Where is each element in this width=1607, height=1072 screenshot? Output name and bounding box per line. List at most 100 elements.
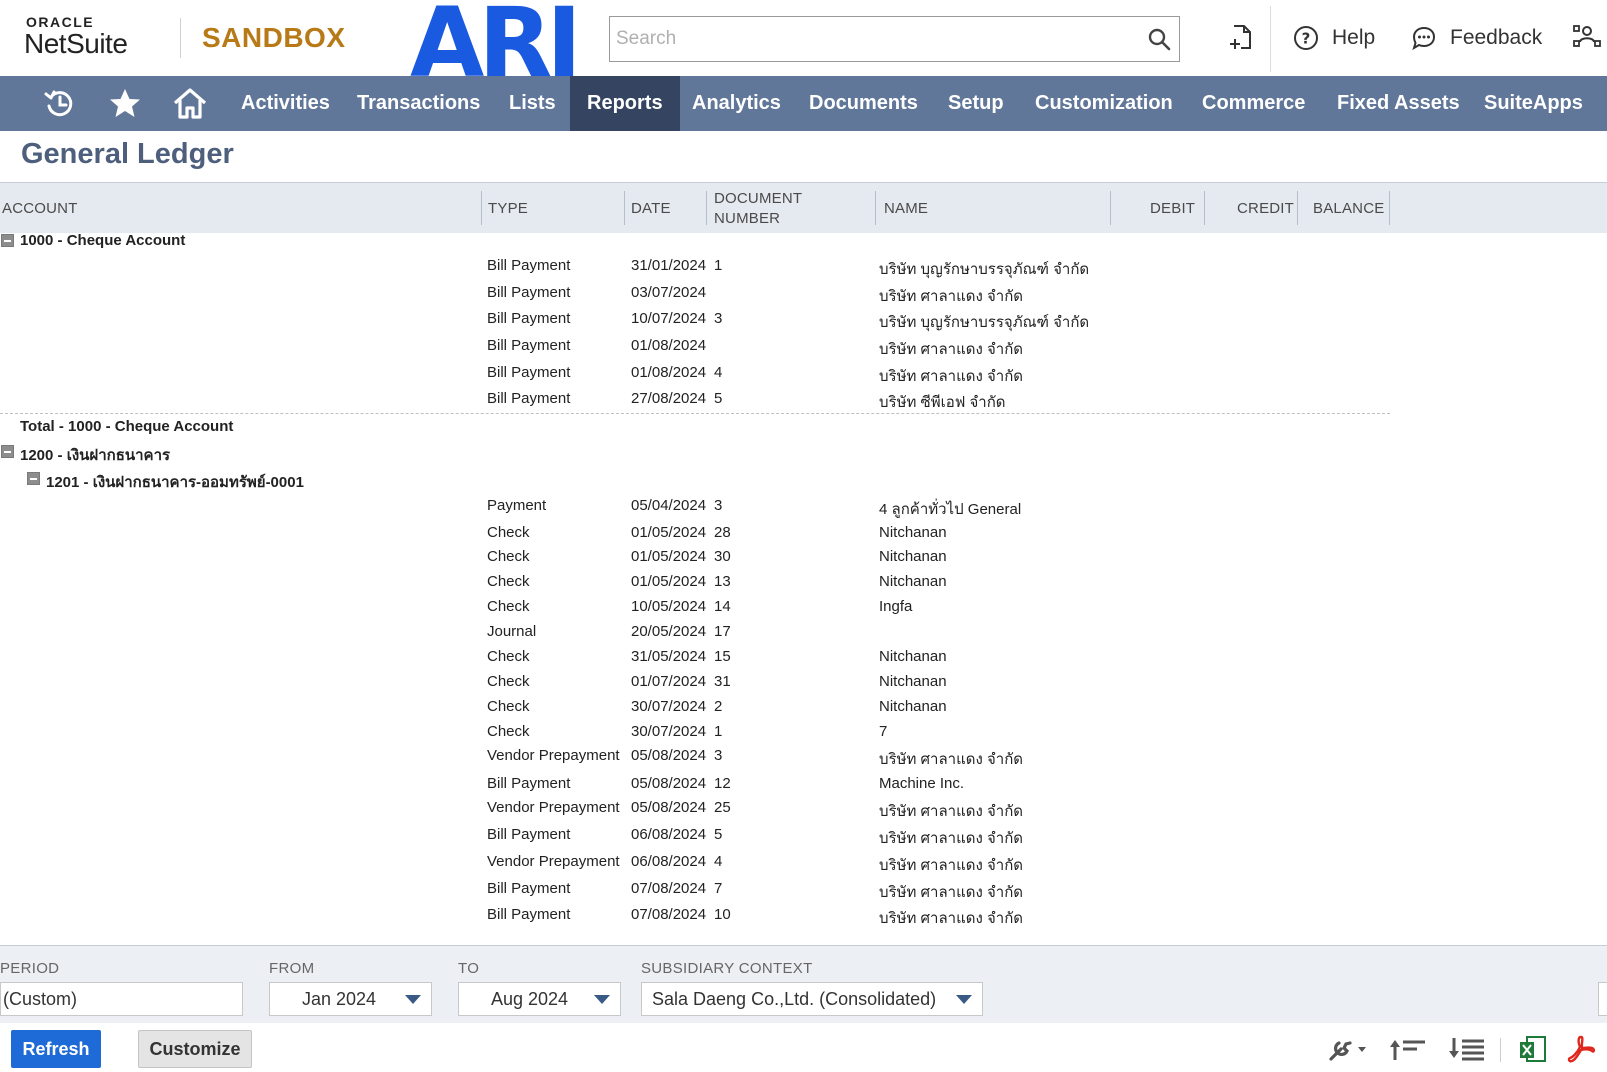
document-number-cell: 31 xyxy=(714,673,731,690)
help-icon: ? xyxy=(1294,26,1318,50)
column-header-debit[interactable]: DEBIT xyxy=(1150,183,1195,234)
search-input[interactable] xyxy=(610,17,1179,61)
to-period-select[interactable]: Aug 2024 xyxy=(458,982,621,1016)
date-cell: 06/08/2024 xyxy=(631,826,707,843)
nav-documents[interactable]: Documents xyxy=(792,76,935,131)
column-header-type[interactable]: TYPE xyxy=(488,183,528,234)
type-cell: Bill Payment xyxy=(487,364,571,381)
date-cell: 30/07/2024 xyxy=(631,723,707,740)
column-header-account[interactable]: ACCOUNT xyxy=(2,183,78,234)
from-period-select[interactable]: Jan 2024 xyxy=(269,982,432,1016)
export-excel-icon[interactable] xyxy=(1518,1034,1548,1064)
name-cell: บริษัท ศาลาแดง จำกัด xyxy=(879,884,1024,901)
type-cell: Bill Payment xyxy=(487,337,571,354)
column-header-credit[interactable]: CREDIT xyxy=(1237,183,1294,234)
column-header-name[interactable]: NAME xyxy=(884,183,928,234)
logo-divider xyxy=(180,18,181,58)
name-cell: Ingfa xyxy=(879,598,913,615)
type-cell: Bill Payment xyxy=(487,880,571,897)
type-cell: Check xyxy=(487,524,530,541)
collapse-toggle-icon[interactable] xyxy=(1,445,14,458)
date-cell: 30/07/2024 xyxy=(631,698,707,715)
type-cell: Check xyxy=(487,648,530,665)
document-number-cell: 4 xyxy=(714,853,723,870)
nav-reports[interactable]: Reports xyxy=(570,76,680,131)
date-cell: 31/05/2024 xyxy=(631,648,707,665)
roles-switch-icon[interactable] xyxy=(1572,22,1602,52)
toolbar-divider xyxy=(1500,1038,1501,1062)
nav-setup[interactable]: Setup xyxy=(931,76,1021,131)
total-label: Total - 1000 - Cheque Account xyxy=(20,418,234,435)
column-separator xyxy=(706,191,707,225)
wrench-menu-icon[interactable] xyxy=(1325,1034,1369,1064)
next-filter-field[interactable] xyxy=(1598,982,1607,1016)
type-cell: Vendor Prepayment xyxy=(487,747,620,764)
recent-records-icon[interactable] xyxy=(42,86,78,122)
date-cell: 05/08/2024 xyxy=(631,799,707,816)
global-search[interactable] xyxy=(609,16,1180,62)
shortcuts-star-icon[interactable] xyxy=(107,86,143,122)
customize-button[interactable]: Customize xyxy=(138,1030,252,1068)
type-cell: Vendor Prepayment xyxy=(487,853,620,870)
column-separator xyxy=(481,191,482,225)
type-cell: Bill Payment xyxy=(487,906,571,923)
date-cell: 10/05/2024 xyxy=(631,598,707,615)
name-cell: บริษัท ศาลาแดง จำกัด xyxy=(879,803,1024,820)
nav-analytics[interactable]: Analytics xyxy=(675,76,798,131)
document-number-cell: 5 xyxy=(714,390,723,407)
date-cell: 01/05/2024 xyxy=(631,548,707,565)
name-cell: บริษัท ซีพีเอฟ จำกัด xyxy=(879,394,1006,411)
column-header-document-line2: NUMBER xyxy=(714,209,781,227)
type-cell: Check xyxy=(487,698,530,715)
nav-customization[interactable]: Customization xyxy=(1018,76,1190,131)
name-cell: Nitchanan xyxy=(879,573,947,590)
export-pdf-icon[interactable] xyxy=(1566,1034,1596,1064)
type-cell: Bill Payment xyxy=(487,390,571,407)
search-icon[interactable] xyxy=(1147,27,1171,51)
account-name: 1200 - เงินฝากธนาคาร xyxy=(20,447,171,464)
chevron-down-icon xyxy=(956,995,972,1004)
subtotal-divider xyxy=(0,413,1390,414)
expand-all-icon[interactable] xyxy=(1446,1034,1486,1064)
subsidiary-context-select[interactable]: Sala Daeng Co.,Ltd. (Consolidated) xyxy=(641,982,983,1016)
help-link[interactable]: ? Help xyxy=(1292,24,1375,52)
refresh-button[interactable]: Refresh xyxy=(11,1030,101,1068)
name-cell: บริษัท ศาลาแดง จำกัด xyxy=(879,830,1024,847)
environment-label: SANDBOX xyxy=(202,22,346,53)
nav-transactions[interactable]: Transactions xyxy=(340,76,497,131)
column-header-balance[interactable]: BALANCE xyxy=(1313,183,1384,234)
netsuite-logo-text[interactable]: NetSuite xyxy=(24,28,128,60)
nav-activities[interactable]: Activities xyxy=(224,76,347,131)
type-cell: Bill Payment xyxy=(487,310,571,327)
column-header-date[interactable]: DATE xyxy=(631,183,671,234)
svg-text:?: ? xyxy=(1302,30,1311,48)
subsidiary-value: Sala Daeng Co.,Ltd. (Consolidated) xyxy=(652,988,937,1009)
nav-commerce[interactable]: Commerce xyxy=(1185,76,1322,131)
new-record-icon[interactable] xyxy=(1226,22,1256,52)
collapse-all-icon[interactable] xyxy=(1387,1034,1427,1064)
report-table-body: 1000 - Cheque Account0.00Bill Payment31/… xyxy=(0,233,1607,945)
nav-fixed-assets[interactable]: Fixed Assets xyxy=(1320,76,1477,131)
document-number-cell: 14 xyxy=(714,598,731,615)
document-number-cell: 12 xyxy=(714,775,731,792)
column-separator xyxy=(875,191,876,225)
name-cell: 4 ลูกค้าทั่วไป General xyxy=(879,501,1022,518)
collapse-toggle-icon[interactable] xyxy=(27,472,40,485)
ari-company-logo: ARI xyxy=(410,0,582,76)
date-cell: 01/07/2024 xyxy=(631,673,707,690)
period-field[interactable]: (Custom) xyxy=(0,982,243,1016)
nav-lists[interactable]: Lists xyxy=(492,76,573,131)
home-icon[interactable] xyxy=(172,86,208,122)
type-cell: Check xyxy=(487,723,530,740)
nav-suiteapps[interactable]: SuiteApps xyxy=(1467,76,1600,131)
document-number-cell: 13 xyxy=(714,573,731,590)
column-separator xyxy=(1297,191,1298,225)
period-value: (Custom) xyxy=(3,988,78,1009)
feedback-link[interactable]: Feedback xyxy=(1410,24,1542,52)
column-header-document-number[interactable]: DOCUMENT NUMBER xyxy=(714,183,802,234)
date-cell: 31/01/2024 xyxy=(631,257,707,274)
type-cell: Check xyxy=(487,673,530,690)
collapse-toggle-icon[interactable] xyxy=(1,234,14,247)
name-cell: Nitchanan xyxy=(879,698,947,715)
type-cell: Bill Payment xyxy=(487,284,571,301)
